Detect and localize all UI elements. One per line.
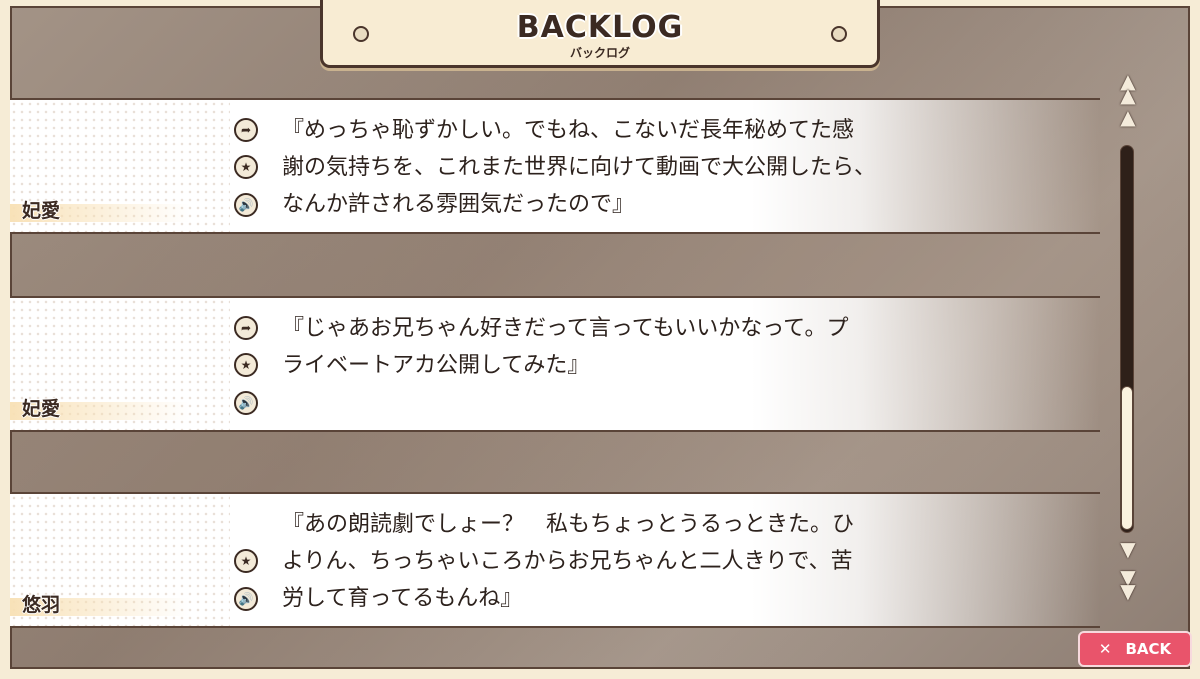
speaker-name: 悠羽	[22, 594, 61, 616]
backlog-header: BACKLOG バックログ	[320, 0, 880, 68]
scrollbar-thumb[interactable]	[1121, 386, 1133, 530]
jump-icon[interactable]: ➦	[234, 316, 258, 340]
log-entry[interactable]: 妃愛 ➦ ★ 🔊 『じゃあお兄ちゃん好きだって言ってもいいかなって。プ ライベー…	[10, 296, 1100, 432]
dialogue-line: ライベートアカ公開してみた』	[282, 353, 590, 378]
page-subtitle: バックログ	[569, 46, 630, 60]
log-entry[interactable]: 妃愛 ➦ ★ 🔊 『めっちゃ恥ずかしい。でもね、こないだ長年秘めてた感 謝の気持…	[10, 98, 1100, 234]
voice-icon[interactable]: 🔊	[234, 193, 258, 217]
dialogue-line: 『じゃあお兄ちゃん好きだって言ってもいいかなって。プ	[282, 316, 849, 341]
speaker-name: 妃愛	[22, 398, 61, 420]
dialogue-line: よりん、ちっちゃいころからお兄ちゃんと二人きりで、苦	[282, 549, 853, 574]
dialogue-line: 『めっちゃ恥ずかしい。でもね、こないだ長年秘めてた感	[282, 118, 855, 143]
close-icon: ✕	[1098, 640, 1112, 658]
dialogue-line: 謝の気持ちを、これまた世界に向けて動画で大公開したら、	[282, 155, 877, 180]
speaker-name: 妃愛	[22, 200, 61, 222]
voice-icon[interactable]: 🔊	[234, 587, 258, 611]
scroll-down-icon[interactable]: ▼	[1114, 539, 1142, 559]
voice-icon[interactable]: 🔊	[234, 391, 258, 415]
scroll-top-icon[interactable]: ▲ ▲	[1114, 71, 1142, 105]
star-icon[interactable]: ★	[234, 155, 258, 179]
jump-icon[interactable]: ➦	[234, 118, 258, 142]
page-title: BACKLOG	[516, 10, 684, 45]
back-button[interactable]: ✕ BACK	[1078, 631, 1192, 667]
star-icon[interactable]: ★	[234, 549, 258, 573]
dialogue-line: 労して育ってるもんね』	[282, 586, 523, 611]
dialogue-line: 『あの朗読劇でしょー？ 私もちょっとうるっときた。ひ	[282, 512, 855, 537]
star-icon[interactable]: ★	[234, 353, 258, 377]
scroll-bottom-icon[interactable]: ▼ ▼	[1114, 567, 1142, 601]
log-entry[interactable]: 悠羽 ★ 🔊 『あの朗読劇でしょー？ 私もちょっとうるっときた。ひ よりん、ちっ…	[10, 492, 1100, 628]
back-label: BACK	[1125, 640, 1172, 658]
dialogue-line: なんか許される雰囲気だったので』	[282, 192, 635, 217]
scrollbar-track[interactable]	[1120, 145, 1134, 533]
scroll-up-icon[interactable]: ▲	[1114, 107, 1142, 127]
